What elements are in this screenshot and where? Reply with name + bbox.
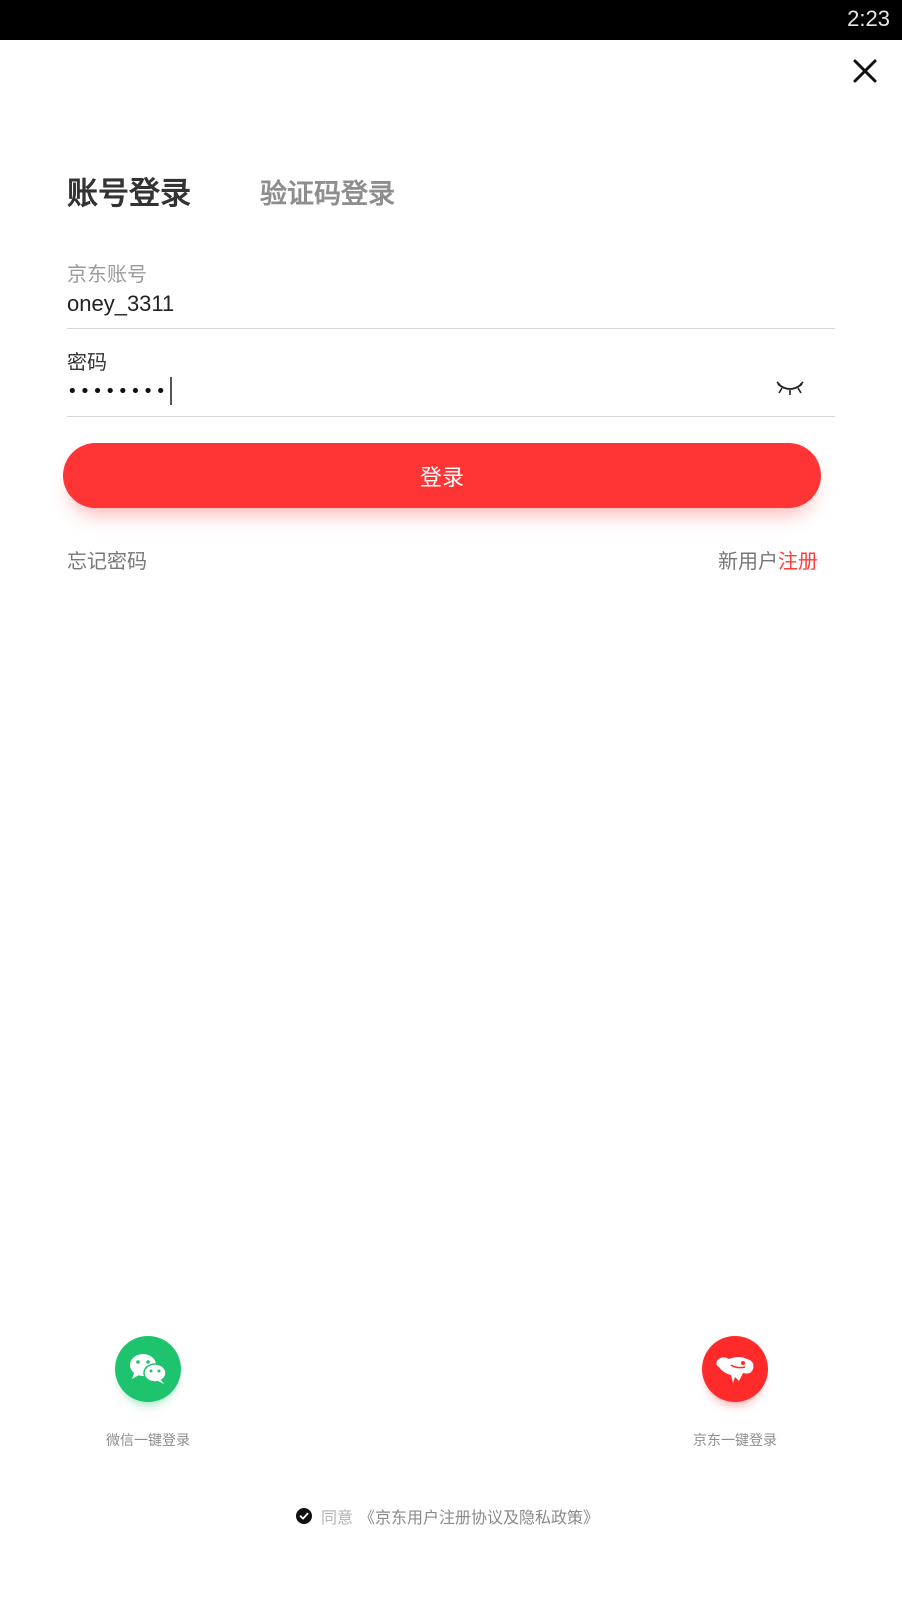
- tab-account-login[interactable]: 账号登录: [67, 168, 191, 213]
- account-label: 京东账号: [67, 262, 147, 286]
- tab-sms-login[interactable]: 验证码登录: [260, 172, 395, 211]
- close-icon[interactable]: [852, 58, 878, 84]
- jd-login: 京东一键登录: [675, 1336, 795, 1450]
- password-divider: [67, 416, 835, 417]
- login-button[interactable]: 登录: [63, 443, 821, 508]
- account-divider: [67, 328, 835, 329]
- password-masked-value: ••••••••: [67, 380, 168, 402]
- wechat-login: 微信一键登录: [88, 1336, 208, 1450]
- agreement-row: 同意 《京东用户注册协议及隐私政策》: [296, 1505, 599, 1527]
- status-bar: 2:23: [0, 0, 902, 40]
- account-input[interactable]: [67, 288, 747, 320]
- eye-closed-icon[interactable]: [776, 378, 804, 396]
- check-circle-icon[interactable]: [296, 1508, 312, 1524]
- register-row: 新用户注册: [718, 545, 818, 574]
- register-link[interactable]: 注册: [778, 549, 818, 573]
- wechat-login-button[interactable]: [115, 1336, 181, 1402]
- password-label: 密码: [67, 350, 107, 374]
- wechat-login-label: 微信一键登录: [106, 1433, 190, 1449]
- agree-text: 同意: [321, 1508, 354, 1527]
- text-caret: [169, 377, 172, 405]
- jd-login-label: 京东一键登录: [693, 1433, 777, 1449]
- jd-login-button[interactable]: [702, 1336, 768, 1402]
- status-time: 2:23: [847, 6, 890, 31]
- wechat-icon: [130, 1354, 167, 1384]
- agreement-link[interactable]: 《京东用户注册协议及隐私政策》: [359, 1504, 599, 1528]
- new-user-text: 新用户: [718, 549, 778, 573]
- password-input[interactable]: ••••••••: [67, 376, 172, 406]
- jd-dog-icon: [716, 1357, 754, 1383]
- forgot-password-link[interactable]: 忘记密码: [67, 545, 147, 574]
